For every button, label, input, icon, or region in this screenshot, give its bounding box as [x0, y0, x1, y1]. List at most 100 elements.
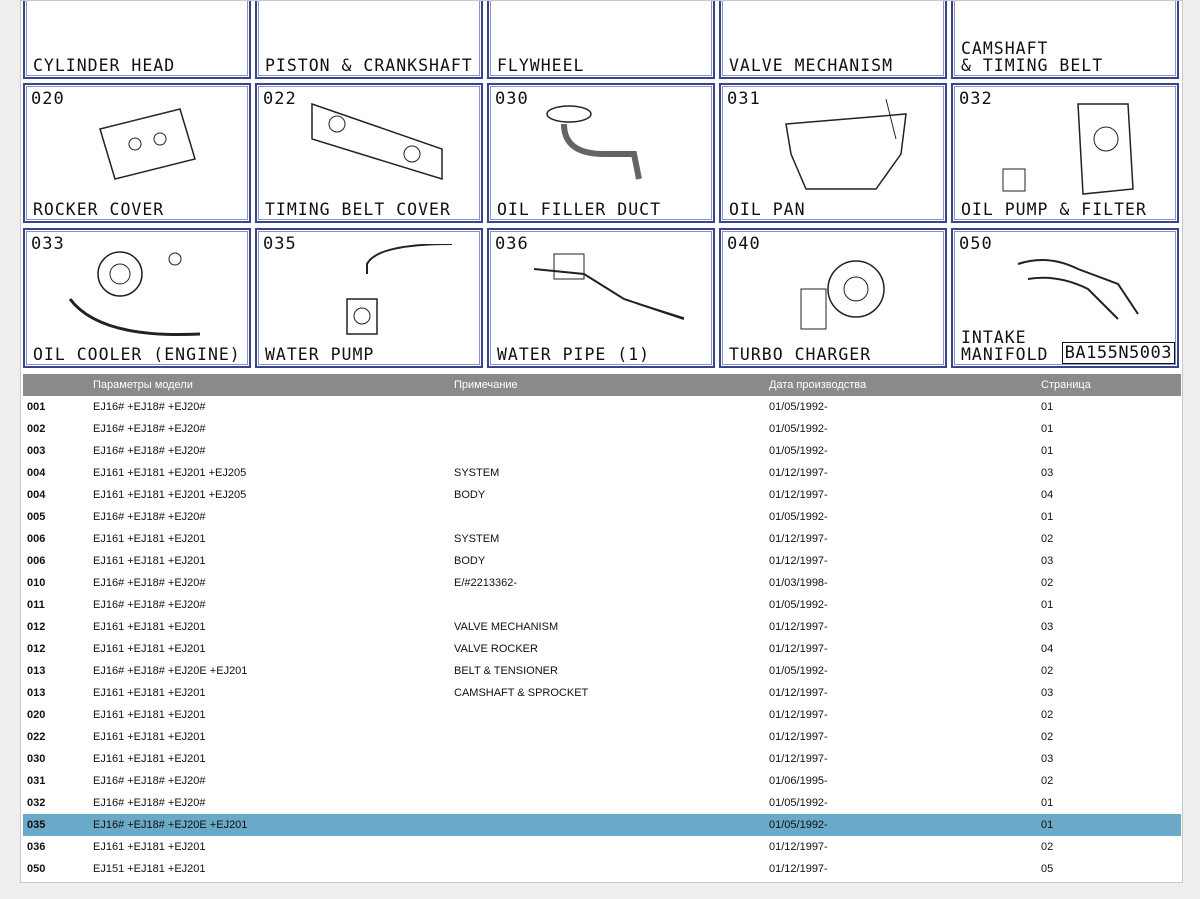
table-row[interactable]: 032 EJ16# +EJ18# +EJ20# 01/05/1992- 01	[23, 792, 1181, 814]
page-cell: 03	[1041, 621, 1054, 633]
note-cell: SYSTEM	[454, 467, 500, 479]
part-group-cell[interactable]: PISTON & CRANKSHAFT	[255, 1, 483, 79]
row-number-cell: 002	[27, 423, 46, 435]
part-group-cell[interactable]: 040 TURBO CHARGER	[719, 228, 947, 368]
table-row[interactable]: 004 EJ161 +EJ181 +EJ201 +EJ205 SYSTEM 01/12…	[23, 462, 1181, 484]
oil-pump-drawing	[1002, 103, 1134, 195]
note-cell: BELT & TENSIONER	[454, 665, 558, 677]
part-group-cell[interactable]: 022 TIMING BELT COVER	[255, 83, 483, 223]
part-group-code: 040	[727, 234, 761, 254]
note-cell	[450, 770, 765, 792]
model-params-cell: EJ16# +EJ18# +EJ20#	[93, 797, 206, 809]
model-params-cell: EJ161 +EJ181 +EJ201 +EJ205	[93, 467, 247, 479]
model-params-cell: EJ16# +EJ18# +EJ20#	[93, 599, 206, 611]
table-row[interactable]: 011 EJ16# +EJ18# +EJ20# 01/05/1992- 01	[23, 594, 1181, 616]
model-params-cell: EJ16# +EJ18# +EJ20#	[93, 577, 206, 589]
row-number-cell: 050	[27, 863, 46, 875]
table-row[interactable]: 022 EJ161 +EJ181 +EJ201 01/12/1997- 02	[23, 726, 1181, 748]
model-params-cell: EJ16# +EJ18# +EJ20E +EJ201	[89, 814, 450, 836]
production-date-cell: 01/05/1992-	[769, 511, 828, 523]
page-cell: 01	[1041, 797, 1054, 809]
production-date-cell: 01/12/1997-	[769, 467, 828, 479]
part-group-code: 050	[959, 234, 993, 254]
part-group-cell[interactable]: 035 WATER PUMP	[255, 228, 483, 368]
table-row[interactable]: 013 EJ16# +EJ18# +EJ20E +EJ201 BELT & TENS…	[23, 660, 1181, 682]
note-cell	[450, 836, 765, 858]
table-row[interactable]: 003 EJ16# +EJ18# +EJ20# 01/05/1992- 01	[23, 440, 1181, 462]
part-group-cell[interactable]: 031 OIL PAN	[719, 83, 947, 223]
part-group-label: WATER PUMP	[265, 345, 375, 364]
part-group-cell[interactable]: FLYWHEEL	[487, 0, 715, 79]
model-params-cell: EJ161 +EJ181 +EJ201	[93, 731, 206, 743]
flywheel-drawing	[524, 0, 684, 55]
note-cell	[450, 726, 765, 748]
col-header-note[interactable]: Примечание	[450, 374, 765, 396]
model-params-cell: EJ161 +EJ181 +EJ201	[93, 643, 206, 655]
row-number-cell: 010	[27, 577, 46, 589]
table-row[interactable]: 013 EJ161 +EJ181 +EJ201 CAMSHAFT & SPROCKE…	[23, 682, 1181, 704]
note-cell: E/#2213362-	[454, 577, 517, 589]
note-cell	[450, 396, 765, 418]
col-header-production-date[interactable]: Дата производства	[765, 374, 1037, 396]
part-group-label: ROCKER COVER	[33, 200, 165, 219]
page-cell: 02	[1041, 731, 1054, 743]
table-row[interactable]: 006 EJ161 +EJ181 +EJ201 SYSTEM 01/12/1997- 0…	[23, 528, 1181, 550]
part-group-cell[interactable]: 033 OIL COOLER (ENGINE)	[23, 228, 251, 368]
water-pump-drawing	[346, 244, 452, 335]
table-row[interactable]: 001 EJ16# +EJ18# +EJ20# 01/05/1992- 01	[23, 396, 1181, 418]
part-group-cell[interactable]: CYLINDER HEAD	[23, 1, 251, 79]
production-date-cell: 01/12/1997-	[769, 687, 828, 699]
col-header-page[interactable]: Страница	[1037, 374, 1181, 396]
part-group-cell[interactable]: VALVE MECHANISM	[719, 1, 947, 79]
table-row[interactable]: 012 EJ161 +EJ181 +EJ201 VALVE MECHANISM 01/…	[23, 616, 1181, 638]
part-group-cell[interactable]: 050 INTAKE MANIFOLD BA155N5003	[951, 228, 1179, 368]
part-group-cell[interactable]: 036 WATER PIPE (1)	[487, 228, 715, 368]
part-group-code: 036	[495, 234, 529, 254]
page-cell: 03	[1041, 467, 1054, 479]
col-header-model-params[interactable]: Параметры модели	[89, 374, 450, 396]
row-number-cell: 004	[27, 489, 46, 501]
production-date-cell: 01/12/1997-	[769, 555, 828, 567]
part-group-cell[interactable]: CAMSHAFT & TIMING BELT	[951, 1, 1179, 79]
table-row[interactable]: 002 EJ16# +EJ18# +EJ20# 01/05/1992- 01	[23, 418, 1181, 440]
part-group-code: 022	[263, 89, 297, 109]
col-header-number[interactable]	[23, 374, 89, 396]
table-row[interactable]: 031 EJ16# +EJ18# +EJ20# 01/06/1995- 02	[23, 770, 1181, 792]
part-group-label: PISTON & CRANKSHAFT	[265, 56, 473, 75]
model-params-cell: EJ16# +EJ18# +EJ20E +EJ201	[93, 665, 248, 677]
table-row[interactable]: 012 EJ161 +EJ181 +EJ201 VALVE ROCKER 01/12/…	[23, 638, 1181, 660]
row-number-cell: 006	[27, 555, 46, 567]
table-row[interactable]: 036 EJ161 +EJ181 +EJ201 01/12/1997- 02	[23, 836, 1181, 858]
part-group-cell[interactable]: 032 OIL PUMP & FILTER	[951, 83, 1179, 223]
production-date-cell: 01/05/1992-	[769, 797, 828, 809]
model-params-cell: EJ16# +EJ18# +EJ20#	[93, 423, 206, 435]
production-date-cell: 01/03/1998-	[769, 577, 828, 589]
production-date-cell: 01/12/1997-	[769, 731, 828, 743]
table-row[interactable]: 004 EJ161 +EJ181 +EJ201 +EJ205 BODY 01/12/1…	[23, 484, 1181, 506]
production-date-cell: 01/12/1997-	[769, 643, 828, 655]
catalog-panel: CYLINDER HEAD PISTON & CRANKSHAFT FLYWHEEL…	[20, 0, 1183, 883]
rocker-cover-drawing	[99, 108, 196, 180]
production-date-cell: 01/12/1997-	[769, 621, 828, 633]
table-row[interactable]: 035 EJ16# +EJ18# +EJ20E +EJ201 01/05/1992-…	[23, 814, 1181, 836]
part-group-cell[interactable]: 030 OIL FILLER DUCT	[487, 83, 715, 223]
note-cell	[450, 792, 765, 814]
table-row[interactable]: 020 EJ161 +EJ181 +EJ201 01/12/1997- 02	[23, 704, 1181, 726]
table-row[interactable]: 005 EJ16# +EJ18# +EJ20# 01/05/1992- 01	[23, 506, 1181, 528]
table-row[interactable]: 006 EJ161 +EJ181 +EJ201 BODY 01/12/1997- 03	[23, 550, 1181, 572]
turbo-charger-drawing	[800, 260, 885, 330]
row-number-cell: 022	[27, 731, 46, 743]
table-row[interactable]: 010 EJ16# +EJ18# +EJ20# E/#2213362- 01/03/1…	[23, 572, 1181, 594]
page-cell: 01	[1037, 814, 1181, 836]
row-number-cell: 006	[27, 533, 46, 545]
table-row[interactable]: 050 EJ151 +EJ181 +EJ201 01/12/1997- 05	[23, 858, 1181, 880]
table-header-row: Параметры модели Примечание Дата произво…	[23, 374, 1181, 396]
note-cell: BODY	[454, 489, 486, 501]
note-cell: BODY	[454, 555, 486, 567]
part-group-cell[interactable]: 020 ROCKER COVER	[23, 83, 251, 223]
water-pipe-drawing	[533, 253, 684, 320]
page-cell: 01	[1041, 401, 1054, 413]
table-row[interactable]: 030 EJ161 +EJ181 +EJ201 01/12/1997- 03	[23, 748, 1181, 770]
part-group-label: CAMSHAFT & TIMING BELT	[961, 39, 1104, 75]
note-cell	[450, 440, 765, 462]
